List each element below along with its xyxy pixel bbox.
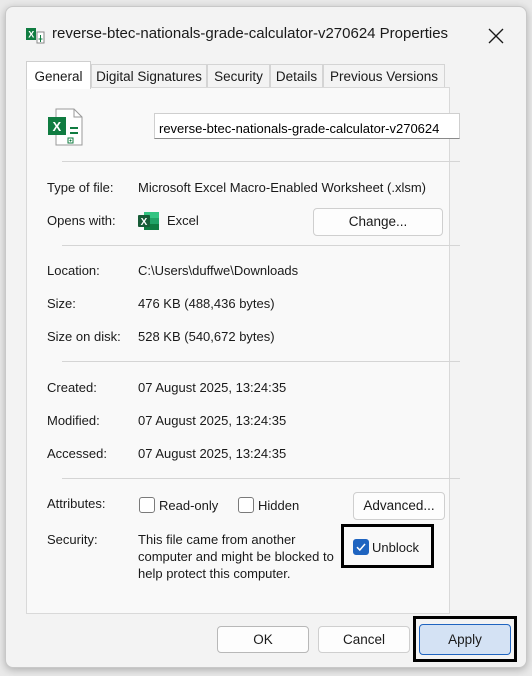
tab-digital-signatures[interactable]: Digital Signatures — [91, 64, 207, 88]
close-icon[interactable] — [486, 26, 506, 46]
title-bar: X reverse-btec-nationals-grade-calculato… — [6, 7, 526, 55]
type-of-file-label: Type of file: — [47, 180, 114, 195]
file-name-input[interactable] — [154, 113, 460, 139]
tab-general[interactable]: General — [26, 61, 91, 89]
size-label: Size: — [47, 296, 76, 311]
hidden-label[interactable]: Hidden — [258, 498, 299, 513]
properties-dialog: X reverse-btec-nationals-grade-calculato… — [5, 6, 527, 668]
opens-with-app: Excel — [167, 213, 199, 228]
cancel-button[interactable]: Cancel — [318, 626, 410, 653]
excel-file-icon: X — [44, 105, 88, 149]
security-message-line-1: This file came from another — [138, 532, 296, 547]
svg-text:X: X — [28, 30, 34, 40]
size-on-disk-value: 528 KB (540,672 bytes) — [138, 329, 275, 344]
security-message-line-3: help protect this computer. — [138, 566, 291, 581]
modified-value: 07 August 2025, 13:24:35 — [138, 413, 287, 428]
type-of-file-value: Microsoft Excel Macro-Enabled Worksheet … — [138, 180, 427, 195]
checkmark-icon — [356, 543, 366, 552]
attributes-label: Attributes: — [47, 496, 106, 511]
apply-button[interactable]: Apply — [419, 624, 511, 655]
readonly-label[interactable]: Read-only — [159, 498, 218, 513]
accessed-label: Accessed: — [47, 446, 107, 461]
opens-with-label: Opens with: — [47, 213, 116, 228]
change-button[interactable]: Change... — [313, 208, 443, 236]
tab-details[interactable]: Details — [270, 64, 323, 88]
ok-button[interactable]: OK — [217, 626, 309, 653]
accessed-value: 07 August 2025, 13:24:35 — [138, 446, 287, 461]
unblock-label[interactable]: Unblock — [372, 540, 419, 555]
svg-text:X: X — [53, 119, 62, 134]
separator — [62, 478, 460, 479]
svg-text:X: X — [141, 217, 148, 228]
window-title: reverse-btec-nationals-grade-calculator-… — [52, 25, 449, 42]
size-value: 476 KB (488,436 bytes) — [138, 296, 275, 311]
separator — [62, 361, 460, 362]
tab-previous-versions[interactable]: Previous Versions — [323, 64, 445, 88]
security-message-line-2: computer and might be blocked to — [138, 549, 334, 564]
modified-label: Modified: — [47, 413, 100, 428]
unblock-checkbox[interactable] — [353, 539, 369, 555]
location-label: Location: — [47, 263, 100, 278]
separator — [62, 161, 460, 162]
size-on-disk-label: Size on disk: — [47, 329, 121, 344]
separator — [62, 245, 460, 246]
created-label: Created: — [47, 380, 97, 395]
security-label: Security: — [47, 532, 98, 547]
excel-file-icon: X — [26, 27, 46, 45]
general-panel: X Type of file: Microsoft Excel Macro-En… — [26, 87, 460, 614]
tab-security[interactable]: Security — [207, 64, 270, 88]
excel-app-icon: X — [138, 211, 160, 231]
hidden-checkbox[interactable] — [238, 497, 254, 513]
readonly-checkbox[interactable] — [139, 497, 155, 513]
created-value: 07 August 2025, 13:24:35 — [138, 380, 287, 395]
location-value: C:\Users\duffwe\Downloads — [138, 263, 299, 278]
advanced-button[interactable]: Advanced... — [353, 492, 445, 520]
